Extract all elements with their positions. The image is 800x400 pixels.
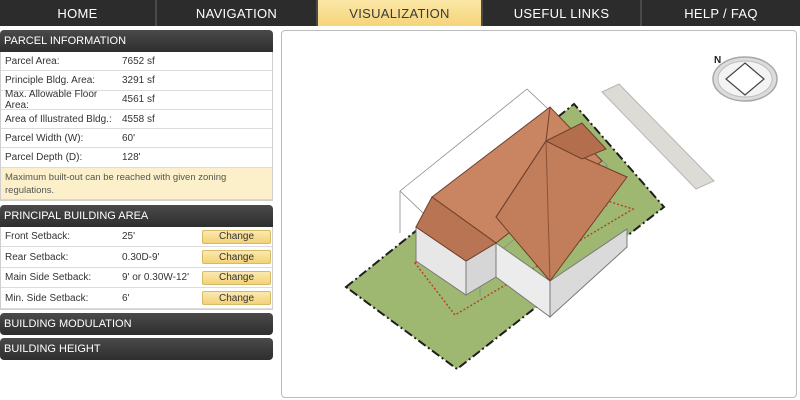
building-height-header[interactable]: BUILDING HEIGHT	[0, 337, 273, 360]
row-value: 128'	[122, 152, 141, 164]
row-value: 9' or 0.30W-12'	[122, 272, 190, 284]
tab-useful-links[interactable]: USEFUL LINKS	[483, 0, 642, 26]
table-row: Main Side Setback: 9' or 0.30W-12' Chang…	[1, 268, 272, 289]
table-row: Rear Setback: 0.30D-9' Change	[1, 247, 272, 268]
info-panel: PARCEL INFORMATION Parcel Area: 7652 sf …	[0, 30, 273, 360]
row-value: 4558 sf	[122, 113, 155, 125]
table-row: Parcel Width (W): 60'	[1, 129, 272, 149]
tab-navigation[interactable]: NAVIGATION	[157, 0, 318, 26]
tab-visualization[interactable]: VISUALIZATION	[318, 0, 483, 26]
row-label: Max. Allowable Floor Area:	[5, 88, 98, 111]
table-row: Parcel Area: 7652 sf	[1, 52, 272, 72]
change-rear-setback-button[interactable]: Change	[202, 250, 271, 265]
row-label: Main Side Setback:	[5, 272, 92, 284]
row-value: 6'	[122, 292, 130, 304]
compass-north-label: N	[714, 55, 721, 66]
change-main-side-setback-button[interactable]: Change	[202, 270, 271, 285]
row-label: Front Setback:	[5, 231, 71, 243]
row-value: 25'	[122, 231, 136, 243]
table-row: Principle Bldg. Area: 3291 sf	[1, 71, 272, 91]
row-value: 4561 sf	[122, 94, 155, 106]
table-row: Front Setback: 25' Change	[1, 227, 272, 248]
row-value: 60'	[122, 132, 136, 144]
row-label: Min. Side Setback:	[5, 292, 89, 304]
change-front-setback-button[interactable]: Change	[202, 229, 271, 244]
table-row: Max. Allowable Floor Area: 4561 sf	[1, 88, 272, 111]
tab-home[interactable]: HOME	[0, 0, 157, 26]
table-row: Area of Illustrated Bldg.: 4558 sf	[1, 110, 272, 130]
row-value: 7652 sf	[122, 55, 155, 67]
principal-building-area-header[interactable]: PRINCIPAL BUILDING AREA	[0, 204, 273, 227]
table-row: Parcel Depth (D): 128'	[1, 148, 272, 168]
top-navigation: HOME NAVIGATION VISUALIZATION USEFUL LIN…	[0, 0, 800, 26]
tab-help-faq[interactable]: HELP / FAQ	[642, 0, 800, 26]
visualization-canvas[interactable]: N	[281, 30, 797, 398]
parcel-information-table: Parcel Area: 7652 sf Principle Bldg. Are…	[0, 52, 273, 201]
building-modulation-header[interactable]: BUILDING MODULATION	[0, 312, 273, 335]
buildout-note: Maximum built-out can be reached with gi…	[1, 167, 272, 200]
principal-building-area-table: Front Setback: 25' Change Rear Setback: …	[0, 226, 273, 310]
compass-icon[interactable]: N	[712, 55, 778, 102]
row-value: 0.30D-9'	[122, 251, 160, 263]
table-row: Min. Side Setback: 6' Change	[1, 288, 272, 309]
row-label: Parcel Width (W):	[5, 132, 84, 144]
row-label: Principle Bldg. Area:	[5, 74, 96, 86]
row-value: 3291 sf	[122, 74, 155, 86]
change-min-side-setback-button[interactable]: Change	[202, 291, 271, 306]
row-label: Parcel Depth (D):	[5, 152, 83, 164]
row-label: Rear Setback:	[5, 251, 69, 263]
parcel-3d-view[interactable]: N	[282, 31, 797, 398]
row-label: Parcel Area:	[5, 55, 60, 67]
parcel-information-header[interactable]: PARCEL INFORMATION	[0, 30, 273, 52]
row-label: Area of Illustrated Bldg.:	[5, 113, 112, 125]
